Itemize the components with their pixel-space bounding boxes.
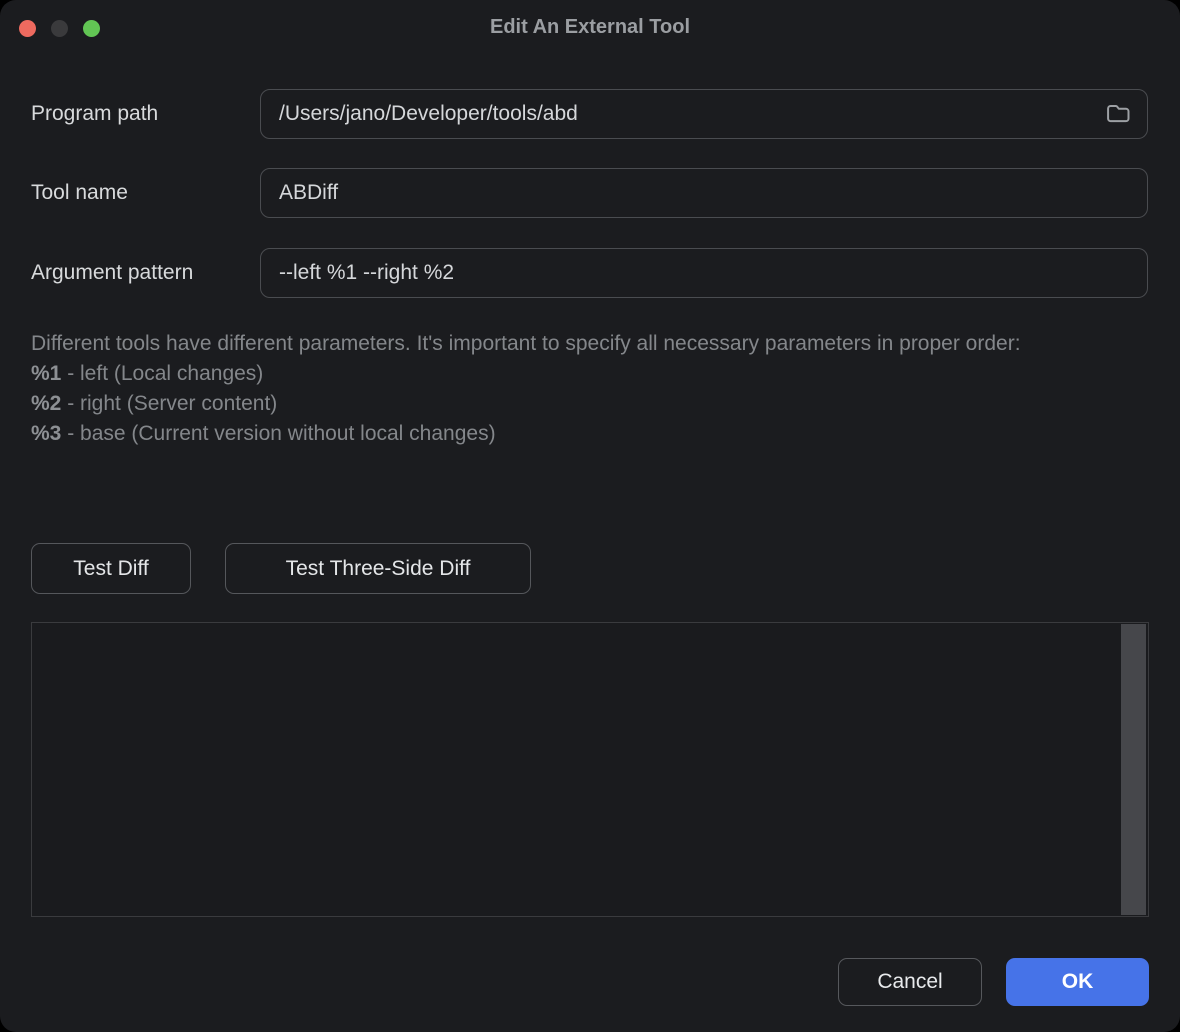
param-token-1: %1 (31, 362, 61, 385)
parameters-help-text: Different tools have different parameter… (31, 329, 1111, 449)
param-desc-3: - base (Current version without local ch… (61, 422, 495, 445)
help-param-2: %2 - right (Server content) (31, 389, 1111, 419)
test-output-textarea[interactable] (32, 623, 1148, 916)
help-param-3: %3 - base (Current version without local… (31, 419, 1111, 449)
edit-external-tool-dialog: Edit An External Tool Program path Tool … (0, 0, 1180, 1032)
dialog-footer: Cancel OK (0, 958, 1149, 1006)
argument-pattern-label: Argument pattern (31, 248, 193, 298)
test-three-side-diff-button[interactable]: Test Three-Side Diff (225, 543, 531, 594)
help-param-1: %1 - left (Local changes) (31, 359, 1111, 389)
window-title: Edit An External Tool (0, 0, 1180, 55)
tool-name-label: Tool name (31, 168, 128, 218)
test-output-area (31, 622, 1149, 917)
cancel-button[interactable]: Cancel (838, 958, 982, 1006)
browse-button[interactable] (1104, 101, 1132, 127)
ok-button[interactable]: OK (1006, 958, 1149, 1006)
program-path-input[interactable] (260, 89, 1148, 139)
argument-pattern-row: Argument pattern (0, 248, 1180, 298)
param-desc-1: - left (Local changes) (61, 362, 263, 385)
vertical-scrollbar[interactable] (1121, 624, 1146, 915)
test-diff-button[interactable]: Test Diff (31, 543, 191, 594)
folder-icon (1104, 100, 1132, 129)
param-token-2: %2 (31, 392, 61, 415)
param-desc-2: - right (Server content) (61, 392, 277, 415)
help-intro: Different tools have different parameter… (31, 329, 1111, 359)
argument-pattern-input[interactable] (260, 248, 1148, 298)
test-buttons-row: Test Diff Test Three-Side Diff (31, 543, 531, 594)
program-path-label: Program path (31, 89, 158, 139)
param-token-3: %3 (31, 422, 61, 445)
tool-name-input[interactable] (260, 168, 1148, 218)
tool-name-row: Tool name (0, 168, 1180, 218)
program-path-row: Program path (0, 89, 1180, 139)
titlebar: Edit An External Tool (0, 0, 1180, 55)
